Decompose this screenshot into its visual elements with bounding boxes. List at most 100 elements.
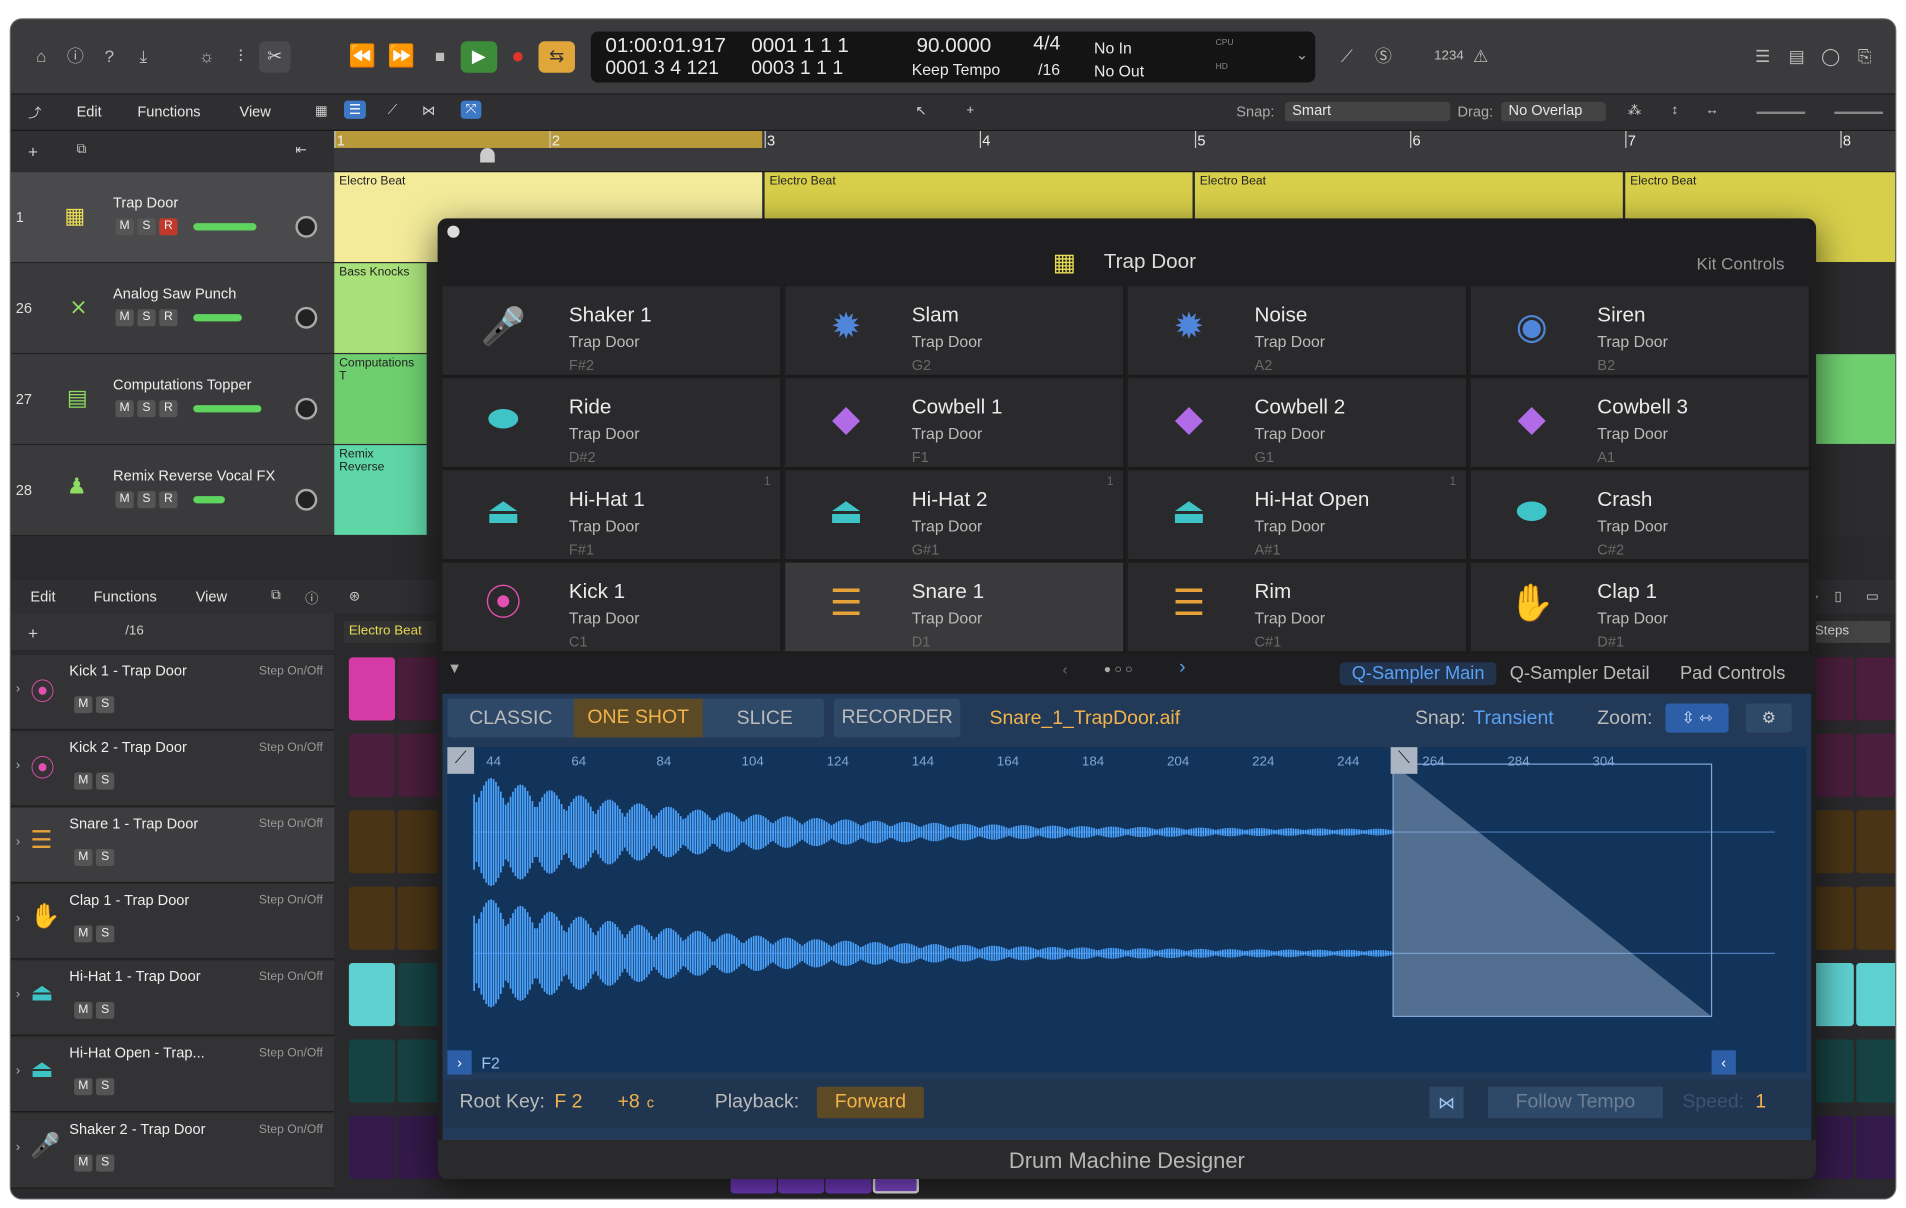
- solo-button[interactable]: S: [96, 1078, 115, 1096]
- follow-tempo-button[interactable]: Follow Tempo: [1487, 1086, 1663, 1119]
- step-row[interactable]: › 🎤 Shaker 2 - Trap Door Step On/Off M S: [10, 1113, 335, 1189]
- volume-fader[interactable]: [193, 405, 262, 413]
- solo-button[interactable]: S: [96, 772, 115, 790]
- step-cell[interactable]: [1856, 810, 1896, 874]
- solo-button[interactable]: S: [96, 849, 115, 867]
- step-onoff-label[interactable]: Step On/Off: [259, 894, 323, 907]
- zoom-fit-icon[interactable]: ⇳ ⇿: [1665, 703, 1729, 733]
- step-cell[interactable]: [348, 963, 396, 1027]
- download-icon[interactable]: ⤓: [130, 44, 157, 68]
- record-enable-button[interactable]: R: [159, 400, 178, 418]
- step-onoff-label[interactable]: Step On/Off: [259, 741, 323, 754]
- mute-button[interactable]: M: [74, 772, 93, 790]
- pan-knob[interactable]: [295, 306, 318, 329]
- mute-button[interactable]: M: [115, 400, 134, 418]
- drum-pad[interactable]: ☰ Snare 1 Trap Door D1: [785, 562, 1126, 654]
- expand-icon[interactable]: ›: [16, 758, 20, 773]
- tab-q-sampler-detail[interactable]: Q-Sampler Detail: [1510, 663, 1650, 684]
- reverse-icon[interactable]: ⋈: [1429, 1086, 1464, 1119]
- drag-select[interactable]: No Overlap: [1501, 101, 1606, 122]
- mixer-icon[interactable]: ⫶: [227, 44, 254, 68]
- step-onoff-label[interactable]: Step On/Off: [259, 817, 323, 830]
- drum-pad[interactable]: ⬬ Crash Trap Door C#2: [1470, 470, 1812, 562]
- tab-q-sampler-main[interactable]: Q-Sampler Main: [1339, 662, 1497, 686]
- list-icon[interactable]: ☰: [1749, 44, 1776, 68]
- expand-icon[interactable]: ›: [16, 987, 20, 1002]
- step-cell[interactable]: [1856, 1115, 1896, 1179]
- drum-pad[interactable]: ⏏ Hi-Hat 1 Trap Door F#1 1: [442, 470, 783, 562]
- step-cell[interactable]: [348, 886, 396, 950]
- mute-button[interactable]: M: [74, 849, 93, 867]
- pan-knob[interactable]: [295, 488, 318, 511]
- record-icon[interactable]: ●: [504, 44, 531, 68]
- tune-cents[interactable]: +8: [618, 1092, 640, 1114]
- step-cell[interactable]: [1856, 1039, 1896, 1103]
- mute-button[interactable]: M: [74, 1001, 93, 1019]
- edit-menu[interactable]: Edit: [77, 103, 102, 120]
- mute-button[interactable]: M: [74, 696, 93, 714]
- catch-icon[interactable]: ⤧: [460, 100, 482, 119]
- horizontal-zoom-icon[interactable]: ↔: [1705, 103, 1718, 118]
- panel-icon[interactable]: ▯: [1834, 588, 1841, 604]
- drum-pad[interactable]: ◆ Cowbell 2 Trap Door G1: [1128, 378, 1469, 470]
- track-row[interactable]: 26 ⨯ Analog Saw Punch M S R: [10, 263, 335, 355]
- fade-out-curve[interactable]: [1393, 764, 1712, 1017]
- mute-button[interactable]: M: [115, 491, 134, 509]
- automation-icon[interactable]: ⟋: [388, 103, 397, 119]
- solo-button[interactable]: S: [96, 1001, 115, 1019]
- step-cell[interactable]: [348, 1039, 396, 1103]
- step-cell[interactable]: [777, 1176, 825, 1194]
- next-page-icon[interactable]: ›: [1179, 657, 1185, 679]
- step-cell[interactable]: [1856, 657, 1896, 721]
- duplicate-track-icon[interactable]: ⧉: [77, 142, 87, 158]
- pan-knob[interactable]: [295, 215, 318, 238]
- window-icon[interactable]: ▭: [1866, 588, 1879, 604]
- solo-button[interactable]: S: [137, 309, 156, 327]
- expand-icon[interactable]: ›: [16, 682, 20, 697]
- drum-pad[interactable]: ◆ Cowbell 1 Trap Door F1: [785, 378, 1126, 470]
- step-cell[interactable]: [872, 1176, 919, 1194]
- step-onoff-label[interactable]: Step On/Off: [259, 665, 323, 678]
- step-functions-menu[interactable]: Functions: [94, 588, 157, 605]
- stop-icon[interactable]: ■: [427, 44, 454, 68]
- lcd-display[interactable]: 01:00:01.917 0001 3 4 121 0001 1 1 1 000…: [590, 31, 1316, 83]
- mode-classic-button[interactable]: CLASSIC: [469, 708, 552, 730]
- step-view-menu[interactable]: View: [196, 588, 227, 605]
- solo-button[interactable]: S: [96, 925, 115, 943]
- playhead[interactable]: [480, 147, 495, 163]
- region-computations[interactable]: Computations T: [334, 354, 427, 444]
- mute-button[interactable]: M: [74, 925, 93, 943]
- functions-menu[interactable]: Functions: [137, 103, 200, 120]
- drum-pad[interactable]: ⏏ Hi-Hat 2 Trap Door G#1 1: [785, 470, 1126, 562]
- global-tracks-icon[interactable]: ⇤: [295, 142, 306, 158]
- help-icon[interactable]: ?: [96, 44, 123, 68]
- solo-button[interactable]: S: [137, 218, 156, 236]
- step-row[interactable]: › ⏏ Hi-Hat Open - Trap... Step On/Off M S: [10, 1037, 335, 1113]
- count-in-icon[interactable]: 1234: [1431, 44, 1467, 68]
- prev-page-icon[interactable]: ‹: [1062, 660, 1067, 678]
- record-enable-button[interactable]: R: [159, 218, 178, 236]
- step-cell[interactable]: [1856, 963, 1896, 1027]
- region-computations-end[interactable]: [1805, 354, 1896, 444]
- start-marker[interactable]: ›: [447, 1050, 472, 1075]
- mute-button[interactable]: M: [115, 309, 134, 327]
- library-icon[interactable]: ⌂: [28, 44, 55, 68]
- step-cell[interactable]: [348, 810, 396, 874]
- pointer-tool-icon[interactable]: ↖: [915, 103, 926, 119]
- expand-icon[interactable]: ›: [16, 911, 20, 926]
- close-icon[interactable]: [447, 225, 460, 238]
- waveform-display[interactable]: 44 64 84 104 124 144 164 184 204 224 244 264 284 304 …: [447, 747, 1807, 1075]
- grid-icon[interactable]: ▦: [315, 103, 328, 119]
- cycle-region[interactable]: [334, 130, 763, 148]
- back-icon[interactable]: ⤴: [28, 103, 41, 122]
- pan-knob[interactable]: [295, 397, 318, 420]
- expand-icon[interactable]: ›: [16, 834, 20, 849]
- step-onoff-label[interactable]: Step On/Off: [259, 1123, 323, 1136]
- mode-slice-button[interactable]: SLICE: [737, 708, 793, 730]
- add-row-icon[interactable]: +: [28, 623, 38, 642]
- step-row[interactable]: › ☰ Snare 1 - Trap Door Step On/Off M S: [10, 807, 335, 883]
- info-icon[interactable]: ⓘ: [305, 588, 318, 607]
- metronome-icon[interactable]: ⚠: [1467, 44, 1494, 68]
- drum-pad[interactable]: ◆ Cowbell 3 Trap Door A1: [1470, 378, 1812, 470]
- step-row[interactable]: › ⦿ Kick 1 - Trap Door Step On/Off M S: [10, 654, 335, 731]
